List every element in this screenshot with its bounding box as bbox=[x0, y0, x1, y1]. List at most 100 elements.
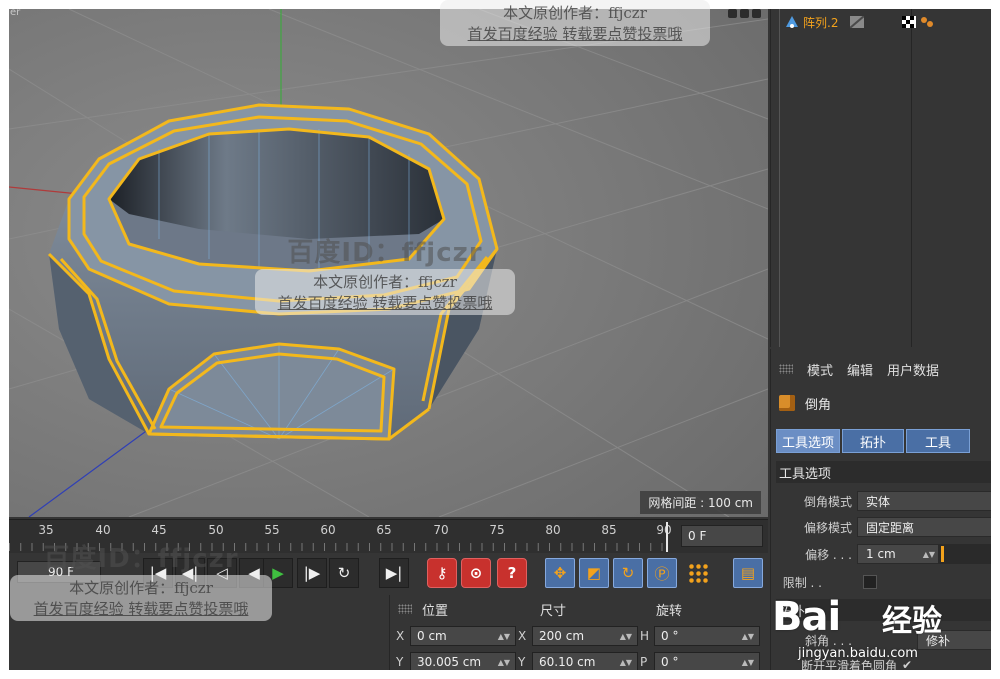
axis-label: X bbox=[518, 629, 527, 643]
om-divider bbox=[911, 9, 912, 347]
coordinate-manager: 位置 尺寸 旋转 X 0 cm ▲▼ X 200 cm ▲▼ H 0 ° ▲▼ Y 3… bbox=[389, 595, 768, 670]
size-x-input[interactable]: 200 cm ▲▼ bbox=[532, 626, 638, 646]
record-key-button[interactable]: ⚷ bbox=[427, 558, 457, 588]
material-tag-icon[interactable] bbox=[920, 16, 934, 28]
tick-label: 60 bbox=[320, 523, 336, 537]
tick-label: 70 bbox=[433, 523, 449, 537]
rotation-h-row: H 0 ° ▲▼ bbox=[640, 625, 760, 647]
grip-icon[interactable] bbox=[398, 604, 412, 614]
timeline-playhead[interactable] bbox=[666, 522, 676, 552]
menu-mode[interactable]: 模式 bbox=[807, 360, 833, 379]
param-key-icon[interactable]: Ⓟ bbox=[647, 558, 677, 588]
size-x-value: 200 cm bbox=[539, 629, 585, 643]
prev-key-button[interactable]: ◁ bbox=[207, 558, 237, 588]
tick-label: 50 bbox=[208, 523, 224, 537]
rotation-h-input[interactable]: 0 ° ▲▼ bbox=[654, 626, 760, 646]
play-button[interactable]: ▶ bbox=[263, 558, 293, 588]
stepper-icon[interactable]: ▲▼ bbox=[923, 550, 935, 559]
stepper-icon[interactable]: ▲▼ bbox=[620, 632, 632, 641]
rotation-p-row: P 0 ° ▲▼ bbox=[640, 651, 760, 670]
autokey-button[interactable]: ⊙ bbox=[461, 558, 491, 588]
current-frame-field[interactable]: 0 F bbox=[681, 525, 763, 547]
attribute-object-title: 倒角 bbox=[779, 391, 831, 415]
jingyan-text: 经验 bbox=[882, 604, 942, 639]
object-row-array[interactable]: 阵列.2 bbox=[785, 13, 934, 31]
end-frame-field[interactable]: 90 F bbox=[17, 561, 101, 583]
menu-user-data[interactable]: 用户数据 bbox=[887, 360, 939, 379]
axis-label: Y bbox=[518, 655, 526, 669]
size-y-row: Y 60.10 cm ▲▼ bbox=[518, 651, 638, 670]
tool-name: 倒角 bbox=[805, 397, 832, 413]
transport-bar: 90 F |◀ ◀| ◁ ◀ ▶ |▶ ↻ ▶| ⚷ ⊙ ? ✥ ◩ ↻ Ⓟ ▤ bbox=[9, 553, 768, 593]
offset-input[interactable]: 1 cm ▲▼ bbox=[857, 544, 939, 564]
axis-label: P bbox=[640, 655, 648, 669]
offset-mode-row: 偏移模式 固定距离 bbox=[771, 516, 991, 538]
baidu-brand: Bai bbox=[772, 594, 841, 640]
pla-key-icon[interactable] bbox=[683, 558, 713, 588]
scale-key-icon[interactable]: ◩ bbox=[579, 558, 609, 588]
rotate-key-icon[interactable]: ↻ bbox=[613, 558, 643, 588]
array-object-icon bbox=[786, 16, 798, 28]
3d-viewport[interactable]: er 网格间距 : 100 cm bbox=[9, 9, 768, 517]
tab-tool-options[interactable]: 工具选项 bbox=[776, 429, 841, 453]
offset-value: 1 cm bbox=[866, 547, 896, 561]
size-y-value: 60.10 cm bbox=[539, 655, 596, 669]
next-key-button[interactable]: |▶ bbox=[297, 558, 327, 588]
object-manager[interactable]: 阵列.2 bbox=[770, 9, 991, 347]
prev-frame-button[interactable]: ◀| bbox=[175, 558, 205, 588]
baidu-jingyan-logo: Bai 经验 jingyan.baidu.com bbox=[772, 574, 992, 670]
rotation-header: 旋转 bbox=[656, 603, 683, 619]
bevel-mode-label: 倒角模式 bbox=[803, 494, 852, 509]
tick-label: 85 bbox=[601, 523, 617, 537]
tick-label: 65 bbox=[376, 523, 392, 537]
size-x-row: X 200 cm ▲▼ bbox=[518, 625, 638, 647]
timeline-window-icon[interactable]: ▤ bbox=[733, 558, 763, 588]
material-manager[interactable] bbox=[9, 595, 387, 670]
grid-spacing-readout: 网格间距 : 100 cm bbox=[640, 491, 761, 514]
bevel-mode-row: 倒角模式 实体 bbox=[771, 490, 991, 512]
axis-label: X bbox=[396, 629, 405, 643]
tick-label: 35 bbox=[38, 523, 54, 537]
stepper-icon[interactable]: ▲▼ bbox=[498, 632, 510, 641]
menu-edit[interactable]: 编辑 bbox=[847, 360, 873, 379]
offset-label: 偏移 . . . bbox=[805, 547, 852, 562]
tab-topology[interactable]: 拓扑 bbox=[842, 429, 905, 453]
loop-icon[interactable]: ↻ bbox=[329, 558, 359, 588]
offset-slider[interactable] bbox=[939, 544, 991, 564]
position-x-value: 0 cm bbox=[417, 629, 447, 643]
key-help-button[interactable]: ? bbox=[497, 558, 527, 588]
viewport-scene bbox=[9, 9, 768, 517]
baidu-url: jingyan.baidu.com bbox=[798, 646, 918, 661]
bevel-tool-icon bbox=[779, 395, 795, 411]
position-y-row: Y 30.005 cm ▲▼ bbox=[396, 651, 516, 670]
goto-end-button[interactable]: ▶| bbox=[379, 558, 409, 588]
axis-label: Y bbox=[396, 655, 404, 669]
size-header: 尺寸 bbox=[540, 603, 567, 619]
bevel-mode-dropdown[interactable]: 实体 bbox=[857, 491, 991, 511]
section-tool-options[interactable]: 工具选项 bbox=[776, 461, 991, 483]
object-name[interactable]: 阵列.2 bbox=[803, 14, 838, 31]
goto-start-button[interactable]: |◀ bbox=[143, 558, 173, 588]
tick-label: 45 bbox=[151, 523, 167, 537]
rotation-p-input[interactable]: 0 ° ▲▼ bbox=[654, 652, 760, 670]
size-y-input[interactable]: 60.10 cm ▲▼ bbox=[532, 652, 638, 670]
offset-mode-dropdown[interactable]: 固定距离 bbox=[857, 517, 991, 537]
tab-tool[interactable]: 工具 bbox=[906, 429, 971, 453]
stepper-icon[interactable]: ▲▼ bbox=[742, 632, 754, 641]
offset-row: 偏移 . . . 1 cm ▲▼ bbox=[771, 543, 991, 565]
position-x-input[interactable]: 0 cm ▲▼ bbox=[410, 626, 516, 646]
position-y-input[interactable]: 30.005 cm ▲▼ bbox=[410, 652, 516, 670]
grip-icon[interactable] bbox=[779, 364, 793, 374]
stepper-icon[interactable]: ▲▼ bbox=[620, 658, 632, 667]
tick-label: 55 bbox=[264, 523, 280, 537]
viewport-nav-icons[interactable] bbox=[728, 9, 761, 18]
stepper-icon[interactable]: ▲▼ bbox=[498, 658, 510, 667]
timeline-ruler-ticks bbox=[9, 543, 671, 551]
tick-label: 80 bbox=[545, 523, 561, 537]
timeline-ruler[interactable]: 35 40 45 50 55 60 65 70 75 80 85 90 0 F bbox=[9, 519, 768, 553]
attribute-tabs: 工具选项 拓扑 工具 bbox=[776, 429, 971, 453]
move-key-icon[interactable]: ✥ bbox=[545, 558, 575, 588]
visibility-toggle-icon[interactable] bbox=[850, 16, 865, 28]
checker-tag-icon[interactable] bbox=[902, 16, 917, 28]
stepper-icon[interactable]: ▲▼ bbox=[742, 658, 754, 667]
